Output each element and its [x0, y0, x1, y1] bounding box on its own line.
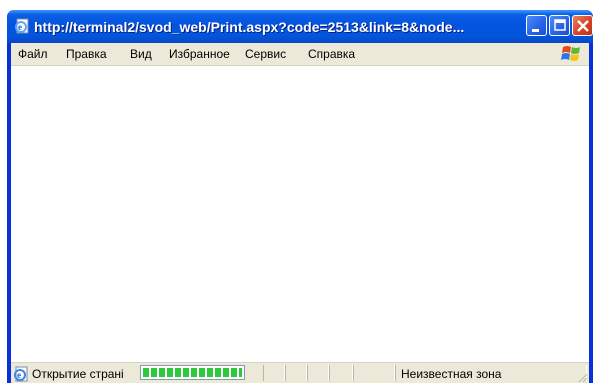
window-title: http://terminal2/svod_web/Print.aspx?cod…	[34, 19, 465, 35]
progress-bar	[140, 365, 245, 380]
browser-window: e http://terminal2/svod_web/Print.aspx?c…	[7, 10, 593, 383]
windows-logo-icon	[561, 46, 580, 61]
menu-edit[interactable]: Правка	[66, 47, 107, 62]
resize-grip-icon[interactable]	[576, 371, 588, 383]
ie-page-icon: e	[15, 18, 29, 34]
menu-favorites[interactable]: Избранное	[169, 47, 230, 62]
title-bar[interactable]: e http://terminal2/svod_web/Print.aspx?c…	[7, 10, 593, 43]
menu-tools[interactable]: Сервис	[245, 47, 286, 62]
status-pane	[329, 365, 353, 381]
maximize-button[interactable]	[549, 15, 570, 36]
security-zone: Неизвестная зона	[401, 367, 502, 381]
menu-bar: Файл Правка Вид Избранное Сервис Справка	[11, 43, 589, 66]
minimize-icon	[532, 29, 539, 32]
status-pane	[353, 365, 395, 381]
ie-page-icon: e	[14, 366, 28, 382]
close-icon	[577, 20, 589, 32]
menu-help[interactable]: Справка	[308, 47, 355, 62]
status-pane	[307, 365, 329, 381]
window-client: Файл Правка Вид Избранное Сервис Справка…	[11, 43, 589, 383]
menu-view[interactable]: Вид	[130, 47, 152, 62]
svg-text:e: e	[18, 22, 22, 32]
status-pane	[285, 365, 307, 381]
status-text: Открытие страні	[32, 367, 124, 381]
page-content[interactable]	[11, 66, 589, 362]
progress-fill	[143, 368, 242, 377]
svg-text:e: e	[17, 370, 21, 380]
menu-file[interactable]: Файл	[18, 47, 48, 62]
close-button[interactable]	[572, 15, 593, 36]
status-pane	[263, 365, 285, 381]
status-bar: e Открытие страні Неизвестная зона	[11, 362, 589, 383]
minimize-button[interactable]	[526, 15, 547, 36]
maximize-icon	[554, 19, 566, 31]
